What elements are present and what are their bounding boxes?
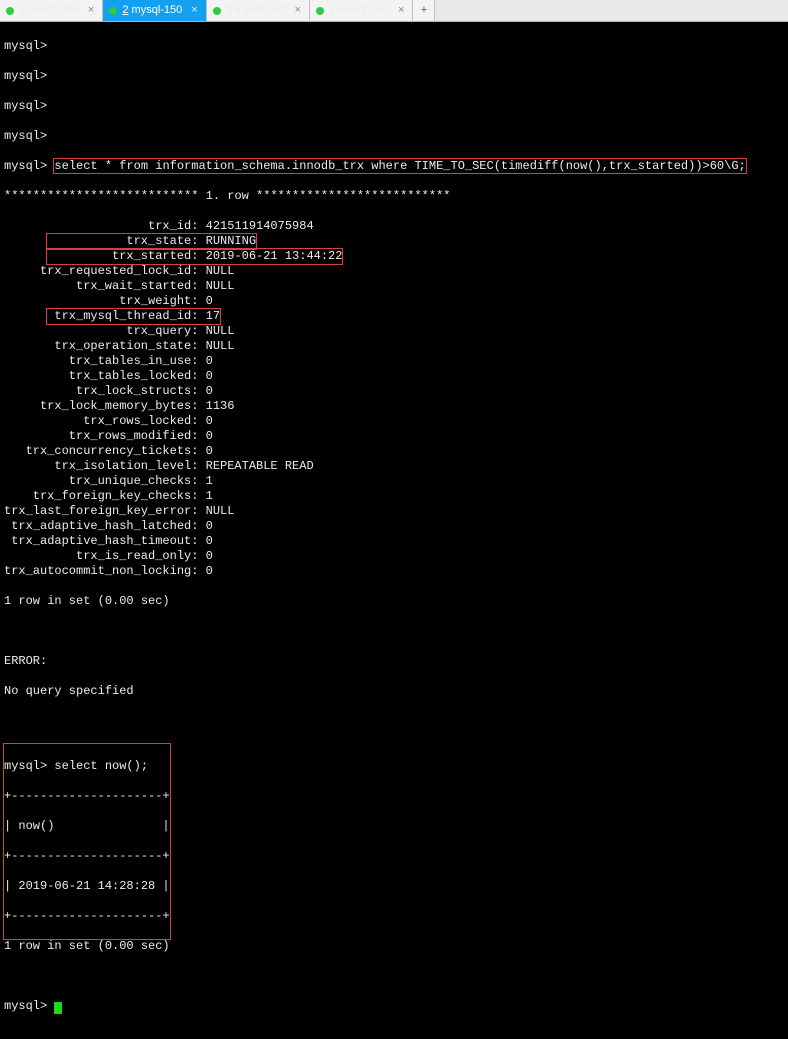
field-trx_state: trx_state: RUNNING — [4, 234, 784, 249]
query-line: mysql> select * from information_schema.… — [4, 159, 784, 174]
query-highlight: select * from information_schema.innodb_… — [54, 159, 745, 173]
field-trx_lock_memory_bytes: trx_lock_memory_bytes: 1136 — [4, 399, 784, 414]
error-label: ERROR: — [4, 654, 784, 669]
error-msg: No query specified — [4, 684, 784, 699]
tab-3[interactable]: 3 mysql-150 × — [207, 0, 310, 21]
field-trx_rows_modified: trx_rows_modified: 0 — [4, 429, 784, 444]
status-dot-icon — [6, 7, 14, 15]
field-trx_adaptive_hash_timeout: trx_adaptive_hash_timeout: 0 — [4, 534, 784, 549]
field-trx_operation_state: trx_operation_state: NULL — [4, 339, 784, 354]
prompt-line: mysql> — [4, 99, 784, 114]
tab-add-button[interactable]: + — [413, 0, 435, 21]
field-trx_foreign_key_checks: trx_foreign_key_checks: 1 — [4, 489, 784, 504]
cursor — [54, 1002, 62, 1014]
tab-2[interactable]: 2 mysql-150 × — [103, 0, 206, 21]
field-trx_requested_lock_id: trx_requested_lock_id: NULL — [4, 264, 784, 279]
field-trx_query: trx_query: NULL — [4, 324, 784, 339]
status-dot-icon — [109, 7, 117, 15]
field-trx_mysql_thread_id: trx_mysql_thread_id: 17 — [4, 309, 784, 324]
field-trx_started: trx_started: 2019-06-21 13:44:22 — [4, 249, 784, 264]
prompt-line: mysql> — [4, 69, 784, 84]
close-icon[interactable]: × — [398, 4, 404, 18]
tab-label: 4 mysql-150 — [329, 4, 389, 18]
status-dot-icon — [316, 7, 324, 15]
tab-label: 1 mysql-150 — [19, 4, 79, 18]
field-trx_concurrency_tickets: trx_concurrency_tickets: 0 — [4, 444, 784, 459]
tab-label: 3 mysql-150 — [226, 4, 286, 18]
field-trx_tables_locked: trx_tables_locked: 0 — [4, 369, 784, 384]
field-trx_weight: trx_weight: 0 — [4, 294, 784, 309]
prompt-line: mysql> — [4, 129, 784, 144]
row-header: *************************** 1. row *****… — [4, 189, 784, 204]
tab-1[interactable]: 1 mysql-150 × — [0, 0, 103, 21]
tab-bar: 1 mysql-150×2 mysql-150×3 mysql-150×4 my… — [0, 0, 788, 22]
field-trx_rows_locked: trx_rows_locked: 0 — [4, 414, 784, 429]
close-icon[interactable]: × — [88, 4, 94, 18]
prompt-cursor[interactable]: mysql> — [4, 999, 784, 1014]
field-trx_is_read_only: trx_is_read_only: 0 — [4, 549, 784, 564]
close-icon[interactable]: × — [191, 4, 197, 18]
field-trx_unique_checks: trx_unique_checks: 1 — [4, 474, 784, 489]
field-trx_lock_structs: trx_lock_structs: 0 — [4, 384, 784, 399]
prompt-line: mysql> — [4, 39, 784, 54]
field-trx_tables_in_use: trx_tables_in_use: 0 — [4, 354, 784, 369]
rows-footer: 1 row in set (0.00 sec) — [4, 594, 784, 609]
tab-label: 2 mysql-150 — [122, 4, 182, 18]
now-block: mysql> select now(); +------------------… — [4, 744, 170, 939]
field-trx_wait_started: trx_wait_started: NULL — [4, 279, 784, 294]
close-icon[interactable]: × — [295, 4, 301, 18]
rows-footer: 1 row in set (0.00 sec) — [4, 939, 784, 954]
field-trx_adaptive_hash_latched: trx_adaptive_hash_latched: 0 — [4, 519, 784, 534]
tab-4[interactable]: 4 mysql-150 × — [310, 0, 413, 21]
field-trx_last_foreign_key_error: trx_last_foreign_key_error: NULL — [4, 504, 784, 519]
field-trx_autocommit_non_locking: trx_autocommit_non_locking: 0 — [4, 564, 784, 579]
field-trx_isolation_level: trx_isolation_level: REPEATABLE READ — [4, 459, 784, 474]
field-trx_id: trx_id: 421511914075984 — [4, 219, 784, 234]
status-dot-icon — [213, 7, 221, 15]
terminal-output: mysql> mysql> mysql> mysql> mysql> selec… — [0, 22, 788, 1039]
